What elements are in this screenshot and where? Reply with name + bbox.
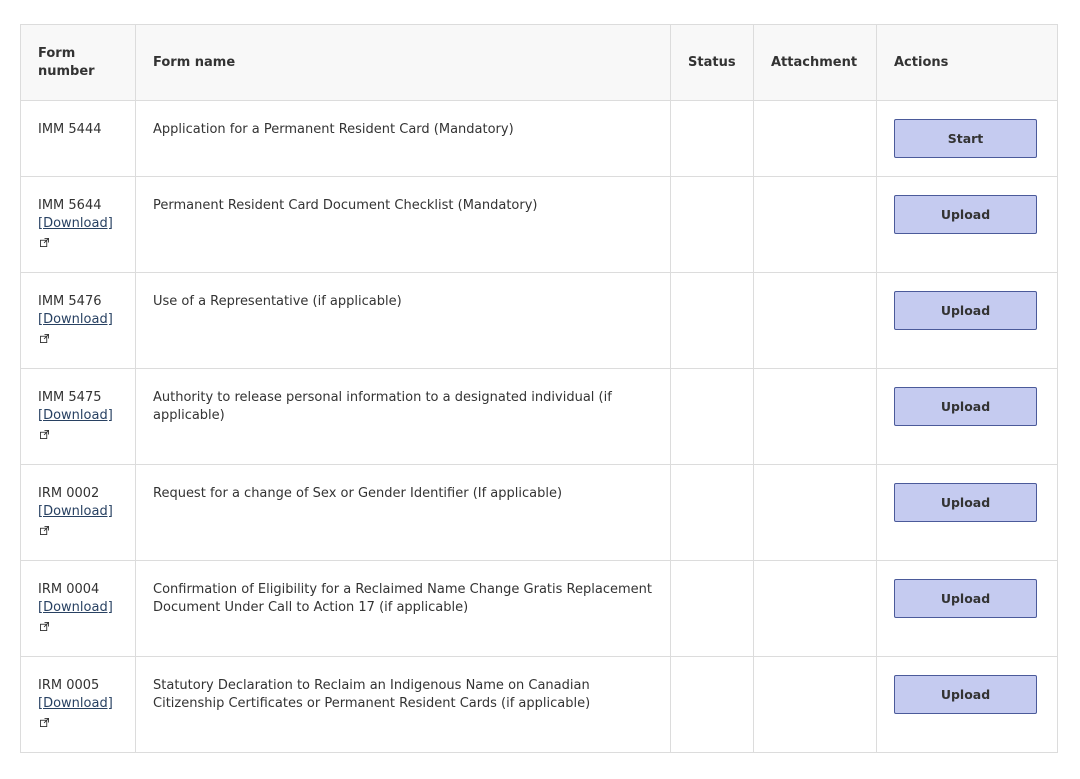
table-header-row: Form number Form name Status Attachment … [20,24,1058,101]
upload-button[interactable]: Upload [894,483,1037,522]
attachment-cell [753,560,877,657]
form-name-cell: Statutory Declaration to Reclaim an Indi… [135,656,671,753]
table-row: IMM 5444 Application for a Permanent Res… [20,100,1058,177]
status-cell [670,100,754,177]
attachment-cell [753,100,877,177]
actions-cell: Upload [876,656,1058,753]
attachment-cell [753,464,877,561]
table-row: IRM 0005 [Download] Statutory Declaratio… [20,656,1058,753]
header-form-number: Form number [20,24,136,101]
form-name-cell: Authority to release personal informatio… [135,368,671,465]
external-link-icon [40,526,49,535]
upload-button[interactable]: Upload [894,387,1037,426]
attachment-cell [753,656,877,753]
form-code: IMM 5644 [38,198,102,213]
download-link[interactable]: [Download] [38,695,113,713]
form-name-cell: Application for a Permanent Resident Car… [135,100,671,177]
form-name-cell: Use of a Representative (if applicable) [135,272,671,369]
form-number-cell: IMM 5444 [20,100,136,177]
form-number-cell: IRM 0005 [Download] [20,656,136,753]
form-number-cell: IRM 0002 [Download] [20,464,136,561]
form-number-cell: IMM 5476 [Download] [20,272,136,369]
upload-button[interactable]: Upload [894,579,1037,618]
form-number-cell: IMM 5475 [Download] [20,368,136,465]
download-link[interactable]: [Download] [38,503,113,521]
header-attachment: Attachment [753,24,877,101]
form-name-cell: Request for a change of Sex or Gender Id… [135,464,671,561]
form-code: IMM 5476 [38,294,102,309]
status-cell [670,560,754,657]
table-row: IRM 0002 [Download] Request for a change… [20,464,1058,561]
form-number-cell: IRM 0004 [Download] [20,560,136,657]
download-link[interactable]: [Download] [38,215,113,233]
start-button[interactable]: Start [894,119,1037,158]
external-link-icon [40,622,49,631]
status-cell [670,368,754,465]
upload-button[interactable]: Upload [894,195,1037,234]
table-row: IMM 5476 [Download] Use of a Representat… [20,272,1058,369]
form-code: IRM 0005 [38,678,100,693]
form-code: IRM 0004 [38,582,100,597]
forms-table: Form number Form name Status Attachment … [20,24,1058,753]
table-row: IMM 5475 [Download] Authority to release… [20,368,1058,465]
status-cell [670,176,754,273]
actions-cell: Upload [876,272,1058,369]
download-link[interactable]: [Download] [38,599,113,617]
download-link[interactable]: [Download] [38,311,113,329]
actions-cell: Upload [876,464,1058,561]
external-link-icon [40,718,49,727]
actions-cell: Upload [876,368,1058,465]
actions-cell: Upload [876,560,1058,657]
external-link-icon [40,430,49,439]
form-code: IMM 5475 [38,390,102,405]
status-cell [670,464,754,561]
status-cell [670,656,754,753]
upload-button[interactable]: Upload [894,675,1037,714]
header-status: Status [670,24,754,101]
status-cell [670,272,754,369]
form-code: IRM 0002 [38,486,100,501]
header-actions: Actions [876,24,1058,101]
form-name-cell: Confirmation of Eligibility for a Reclai… [135,560,671,657]
external-link-icon [40,334,49,343]
upload-button[interactable]: Upload [894,291,1037,330]
header-form-name: Form name [135,24,671,101]
attachment-cell [753,368,877,465]
attachment-cell [753,176,877,273]
form-number-cell: IMM 5644 [Download] [20,176,136,273]
forms-table-container: Form number Form name Status Attachment … [20,24,1058,753]
actions-cell: Start [876,100,1058,177]
attachment-cell [753,272,877,369]
external-link-icon [40,238,49,247]
actions-cell: Upload [876,176,1058,273]
form-name-cell: Permanent Resident Card Document Checkli… [135,176,671,273]
table-row: IRM 0004 [Download] Confirmation of Elig… [20,560,1058,657]
table-row: IMM 5644 [Download] Permanent Resident C… [20,176,1058,273]
download-link[interactable]: [Download] [38,407,113,425]
form-code: IMM 5444 [38,122,102,137]
